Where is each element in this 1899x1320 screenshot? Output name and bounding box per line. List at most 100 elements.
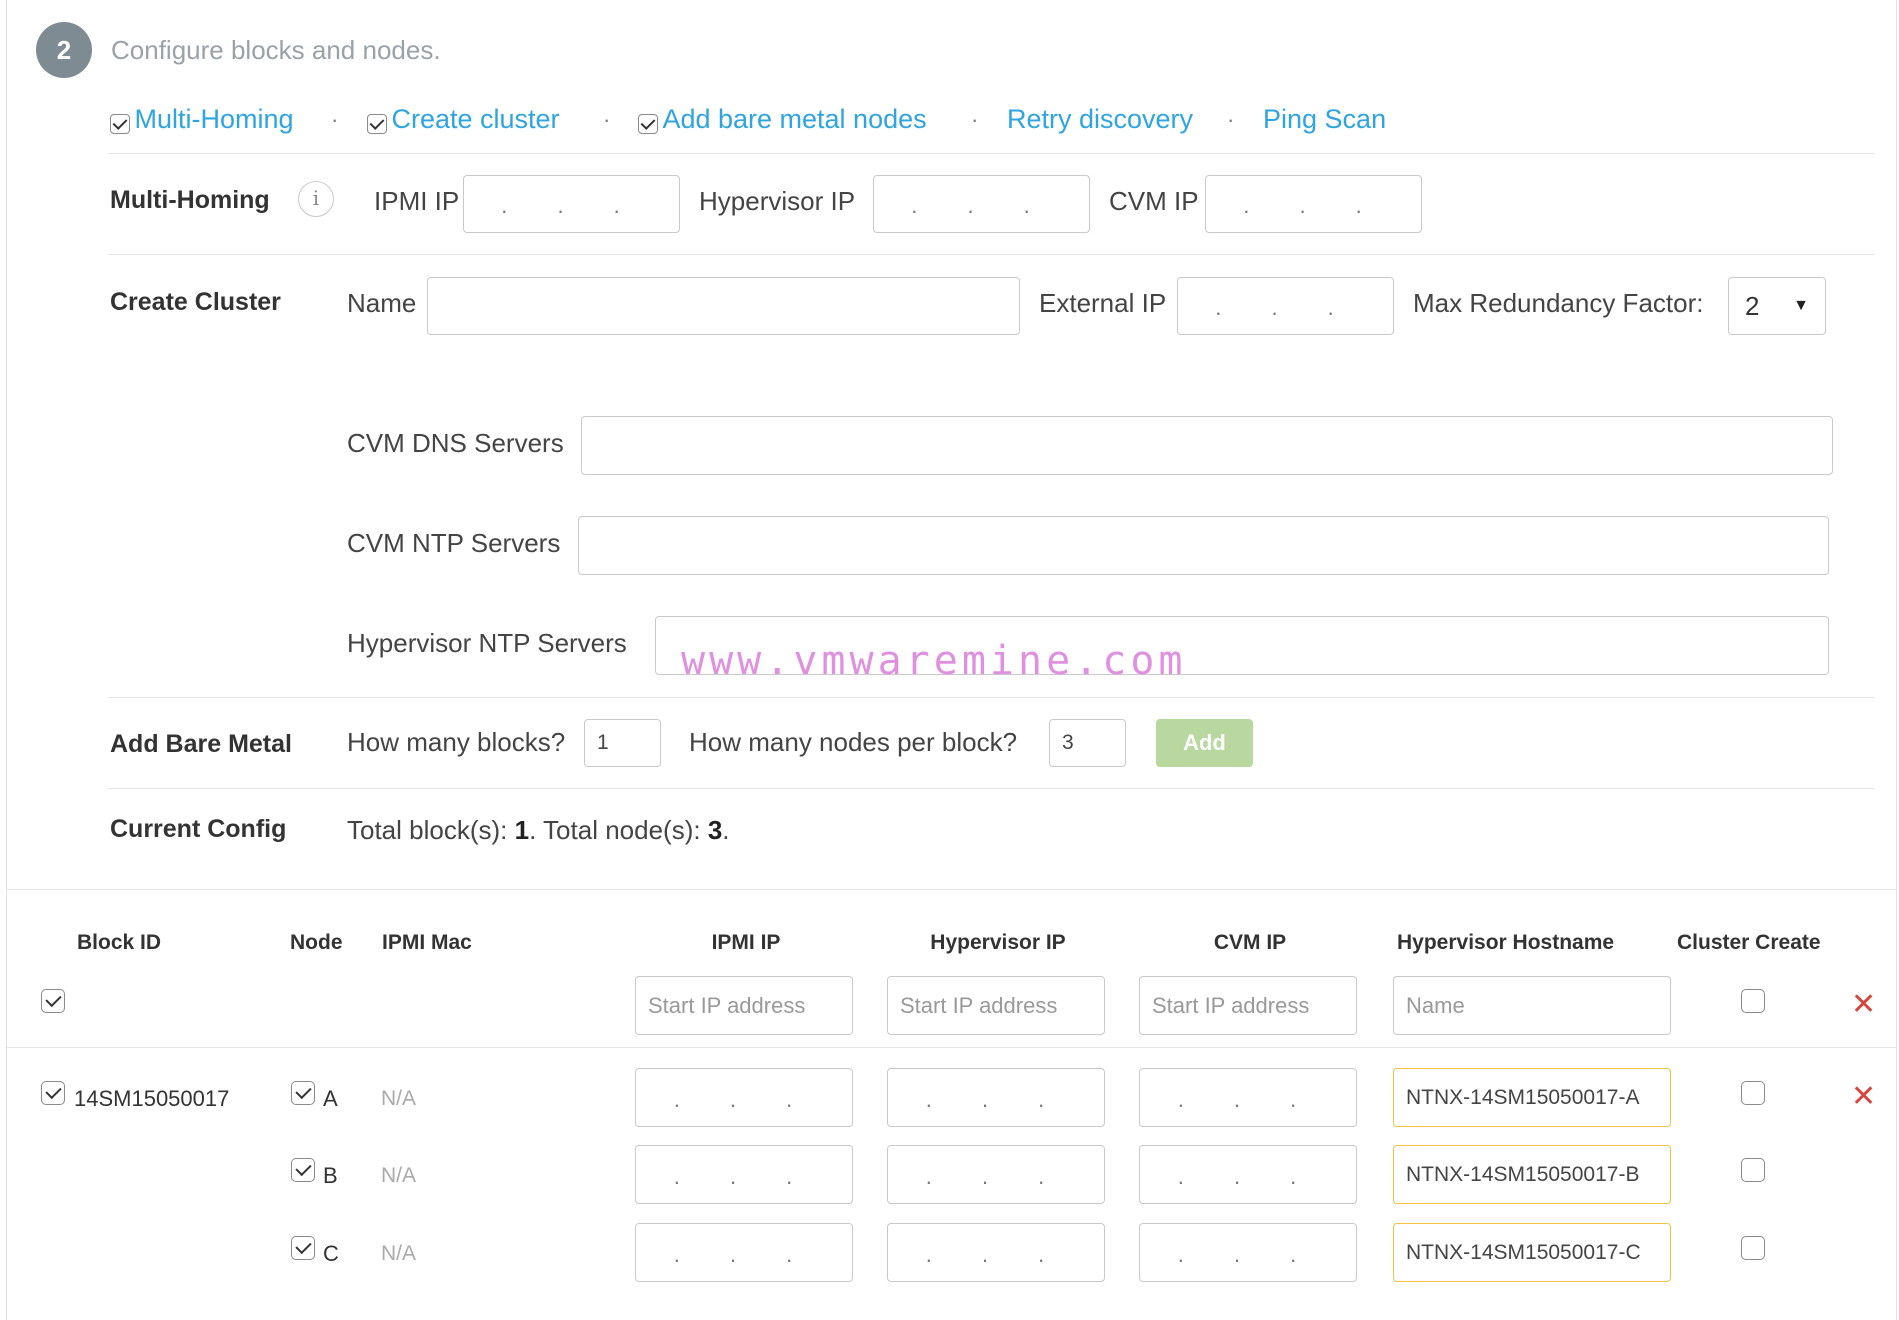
header-cvm-ip: CVM IP	[1213, 931, 1287, 954]
checkbox[interactable]	[41, 989, 65, 1013]
create-cluster-link[interactable]: Create cluster	[367, 104, 560, 135]
create-cluster-checkbox[interactable]	[367, 113, 387, 134]
cluster-name-label: Name	[347, 288, 417, 318]
create-cluster-link-label[interactable]: Create cluster	[391, 104, 559, 134]
multi-homing-link-label[interactable]: Multi-Homing	[134, 104, 293, 134]
cvm-dns-input[interactable]	[581, 416, 1833, 475]
blocks-count-input[interactable]: 1	[584, 719, 661, 767]
checkbox[interactable]	[1741, 1081, 1765, 1105]
ipmi-mac: N/A	[381, 1242, 417, 1265]
checkbox[interactable]	[41, 1081, 65, 1105]
divider	[108, 254, 1874, 255]
divider	[7, 889, 1896, 890]
node-label: B	[323, 1163, 338, 1188]
ping-scan-link[interactable]: Ping Scan	[1263, 104, 1386, 135]
node-ipmi-ip-input[interactable]: . . .	[635, 1223, 853, 1282]
node-cluster-create-checkbox[interactable]	[1741, 1236, 1765, 1260]
ipmi-ip-input[interactable]: . . .	[463, 175, 680, 233]
delete-block-icon[interactable]: ✕	[1851, 1082, 1876, 1112]
link-separator: ·	[1227, 107, 1235, 132]
cvm-ntp-input[interactable]	[578, 516, 1829, 575]
node-hostname-input[interactable]: NTNX-14SM15050017-B	[1393, 1145, 1671, 1204]
node-cvm-ip-input[interactable]: . . .	[1139, 1145, 1357, 1204]
node-a-checkbox[interactable]	[291, 1081, 315, 1105]
header-ipmi-mac: IPMI Mac	[382, 931, 472, 954]
link-separator: ·	[331, 107, 339, 132]
node-hypervisor-ip-input[interactable]: . . .	[887, 1068, 1105, 1127]
cvm-ip-input[interactable]: . . .	[1205, 175, 1422, 233]
right-border	[1896, 0, 1897, 1320]
multi-homing-link[interactable]: Multi-Homing	[110, 104, 294, 135]
node-hostname-input[interactable]: NTNX-14SM15050017-A	[1393, 1068, 1671, 1127]
divider	[108, 153, 1874, 154]
hypervisor-ip-label: Hypervisor IP	[699, 186, 856, 216]
header-block-id: Block ID	[77, 931, 162, 954]
total-blocks-text: Total block(s):	[347, 815, 515, 845]
step-title: Configure blocks and nodes.	[111, 35, 441, 65]
node-c-checkbox[interactable]	[291, 1236, 315, 1260]
ipmi-mac: N/A	[381, 1164, 417, 1187]
hostname-name-input[interactable]: Name	[1393, 976, 1671, 1035]
divider	[108, 697, 1874, 698]
block-checkbox[interactable]	[41, 1081, 65, 1105]
cluster-name-input[interactable]	[427, 277, 1020, 335]
add-bare-metal-checkbox[interactable]	[638, 113, 658, 134]
select-all-checkbox[interactable]	[41, 989, 65, 1013]
node-label: A	[323, 1086, 338, 1111]
node-ipmi-ip-input[interactable]: . . .	[635, 1145, 853, 1204]
checkbox[interactable]	[1741, 1158, 1765, 1182]
multi-homing-checkbox[interactable]	[110, 113, 130, 134]
nodes-per-block-label: How many nodes per block?	[689, 727, 1018, 757]
add-bare-metal-link-label[interactable]: Add bare metal nodes	[662, 104, 926, 134]
retry-discovery-link[interactable]: Retry discovery	[1007, 104, 1193, 135]
header-node: Node	[290, 931, 343, 954]
divider	[7, 1047, 1896, 1048]
node-hostname-input[interactable]: NTNX-14SM15050017-C	[1393, 1223, 1671, 1282]
ipmi-ip-start-input[interactable]: Start IP address	[635, 976, 853, 1035]
header-cluster-create: Cluster Create	[1677, 931, 1821, 954]
node-cvm-ip-input[interactable]: . . .	[1139, 1223, 1357, 1282]
node-hypervisor-ip-input[interactable]: . . .	[887, 1223, 1105, 1282]
checkbox[interactable]	[291, 1158, 315, 1182]
nodes-per-block-input[interactable]: 3	[1049, 719, 1126, 767]
cluster-create-all-checkbox[interactable]	[1741, 989, 1765, 1013]
summary-end: .	[722, 815, 730, 845]
node-cluster-create-checkbox[interactable]	[1741, 1081, 1765, 1105]
info-icon[interactable]: i	[298, 181, 334, 217]
checkbox[interactable]	[1741, 989, 1765, 1013]
max-redundancy-select[interactable]: 2 ▼	[1728, 277, 1826, 335]
hypervisor-ip-start-input[interactable]: Start IP address	[887, 976, 1105, 1035]
checkbox[interactable]	[291, 1081, 315, 1105]
node-label: C	[323, 1241, 339, 1266]
checkbox[interactable]	[291, 1236, 315, 1260]
node-cluster-create-checkbox[interactable]	[1741, 1158, 1765, 1182]
node-ipmi-ip-input[interactable]: . . .	[635, 1068, 853, 1127]
ipmi-mac: N/A	[381, 1087, 417, 1110]
delete-icon[interactable]: ✕	[1851, 990, 1876, 1020]
total-nodes-value: 3	[707, 815, 723, 845]
current-config-summary: Total block(s): 1. Total node(s): 3.	[347, 815, 730, 846]
external-ip-input[interactable]: . . .	[1177, 277, 1394, 335]
node-hypervisor-ip-input[interactable]: . . .	[887, 1145, 1105, 1204]
blocks-count-label: How many blocks?	[347, 727, 566, 757]
node-b-checkbox[interactable]	[291, 1158, 315, 1182]
left-border	[6, 0, 7, 1320]
cvm-ip-start-input[interactable]: Start IP address	[1139, 976, 1357, 1035]
cvm-ip-label: CVM IP	[1109, 186, 1199, 216]
header-hypervisor-hostname: Hypervisor Hostname	[1397, 931, 1615, 954]
current-config-section-label: Current Config	[110, 815, 287, 843]
create-cluster-section-label: Create Cluster	[110, 288, 281, 316]
hypervisor-ip-input[interactable]: . . .	[873, 175, 1090, 233]
ipmi-ip-label: IPMI IP	[374, 186, 460, 216]
block-id: 14SM15050017	[74, 1086, 230, 1111]
header-hypervisor-ip: Hypervisor IP	[930, 931, 1066, 954]
cvm-ntp-label: CVM NTP Servers	[347, 528, 561, 558]
add-button[interactable]: Add	[1156, 719, 1253, 767]
checkbox[interactable]	[1741, 1236, 1765, 1260]
add-bare-metal-link[interactable]: Add bare metal nodes	[638, 104, 927, 135]
watermark: www.vmwaremine.com	[681, 638, 1187, 684]
link-separator: ·	[971, 107, 979, 132]
node-cvm-ip-input[interactable]: . . .	[1139, 1068, 1357, 1127]
cvm-dns-label: CVM DNS Servers	[347, 428, 564, 458]
total-blocks-value: 1	[514, 815, 530, 845]
